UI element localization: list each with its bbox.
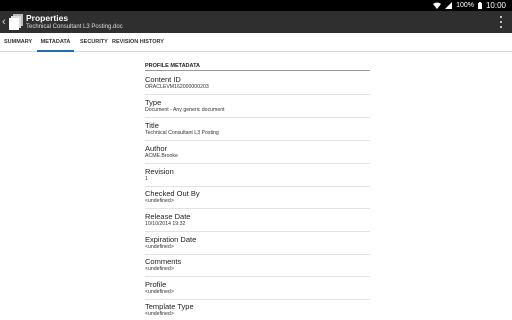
field-label: Release Date <box>145 212 191 221</box>
field-label: Title <box>145 121 159 130</box>
divider <box>145 254 370 255</box>
field-type: Type Document - Any generic document <box>145 98 370 114</box>
divider <box>145 276 370 277</box>
field-label: Author <box>145 144 168 153</box>
tab-metadata[interactable]: METADATA <box>37 33 74 52</box>
divider <box>145 140 370 141</box>
divider <box>145 163 370 164</box>
document-name: Technical Consultant L3 Posting.doc <box>26 24 123 30</box>
wifi-icon <box>433 2 442 9</box>
field-value: Document - Any generic document <box>145 107 225 113</box>
tab-bar: SUMMARY METADATA SECURITY REVISION HISTO… <box>0 33 512 52</box>
field-expiration-date: Expiration Date <undefined> <box>145 235 370 251</box>
section-header: PROFILE METADATA <box>145 62 370 71</box>
field-label: Checked Out By <box>145 189 200 198</box>
field-label: Type <box>145 98 162 107</box>
field-author: Author ACME.Brooke <box>145 144 370 160</box>
field-comments: Comments <undefined> <box>145 257 370 273</box>
divider <box>145 117 370 118</box>
tab-security[interactable]: SECURITY <box>80 33 108 51</box>
app-title: Properties <box>26 13 69 23</box>
field-content-id: Content ID ORACLEVM162000000203 <box>145 75 370 91</box>
field-profile: Profile <undefined> <box>145 280 370 296</box>
signal-icon <box>445 2 453 9</box>
divider <box>145 208 370 209</box>
battery-icon <box>477 2 482 9</box>
field-label: Profile <box>145 280 167 289</box>
field-value: <undefined> <box>145 311 174 317</box>
field-label: Expiration Date <box>145 235 197 244</box>
field-value: ACME.Brooke <box>145 153 178 159</box>
field-revision: Revision 1 <box>145 167 370 183</box>
field-value: 10/10/2014 19:32 <box>145 221 186 227</box>
field-label: Comments <box>145 257 182 266</box>
field-template-type: Template Type <undefined> <box>145 302 370 318</box>
app-bar: ‹ Properties Technical Consultant L3 Pos… <box>0 11 512 33</box>
field-release-date: Release Date 10/10/2014 19:32 <box>145 212 370 228</box>
field-value: ORACLEVM162000000203 <box>145 84 209 90</box>
tab-revision-history[interactable]: REVISION HISTORY <box>112 33 164 51</box>
field-label: Content ID <box>145 75 181 84</box>
back-icon[interactable]: ‹ <box>2 15 8 29</box>
field-label: Revision <box>145 167 174 176</box>
field-label: Template Type <box>145 302 194 311</box>
divider <box>145 186 370 187</box>
divider <box>145 94 370 95</box>
field-checked-out-by: Checked Out By <undefined> <box>145 189 370 205</box>
status-indicators: 100% 10:00 <box>433 0 506 11</box>
status-time: 10:00 <box>485 1 506 10</box>
divider <box>145 299 370 300</box>
field-value: <undefined> <box>145 266 174 272</box>
field-value: Technical Consultant L3 Posting <box>145 130 219 136</box>
divider <box>145 231 370 232</box>
overflow-menu-icon[interactable] <box>498 16 504 28</box>
field-title: Title Technical Consultant L3 Posting <box>145 121 370 137</box>
field-value: <undefined> <box>145 244 174 250</box>
field-value: 1 <box>145 176 148 182</box>
field-value: <undefined> <box>145 198 174 204</box>
status-bar: 100% 10:00 <box>0 0 512 11</box>
tab-summary[interactable]: SUMMARY <box>4 33 32 51</box>
battery-percent: 100% <box>456 2 474 9</box>
metadata-panel: PROFILE METADATA Content ID ORACLEVM1620… <box>145 52 370 320</box>
document-stack-icon[interactable] <box>9 14 23 30</box>
field-value: <undefined> <box>145 289 174 295</box>
